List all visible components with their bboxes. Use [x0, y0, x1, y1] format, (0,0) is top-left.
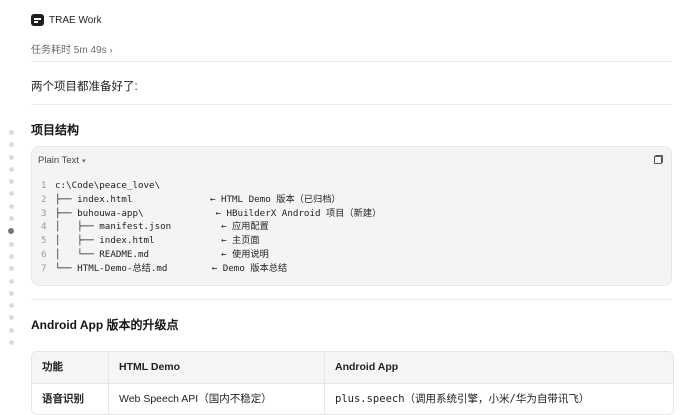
nav-dot[interactable] — [8, 340, 14, 346]
column-header: 功能 — [32, 352, 109, 383]
code-block: Plain Text ▾ 1 c:\Code\peace_love\ 2 ├── in… — [31, 146, 672, 286]
agent-header: TRAE Work — [31, 13, 102, 27]
dot-navigation — [7, 130, 15, 352]
nav-dot[interactable] — [8, 154, 14, 160]
line-text: c:\Code\peace_love\ — [55, 180, 161, 191]
table-cell: plus.speech（调用系统引擎，小米/华为自带讯飞） — [335, 393, 590, 405]
line-text: │ ├── index.html ← 主页面 — [55, 235, 260, 247]
line-number: 3 — [41, 207, 47, 219]
intro-text: 两个项目都准备好了: — [31, 81, 138, 93]
line-text: └── HTML-Demo-总结.md ← Demo 版本总结 — [55, 262, 288, 274]
line-number: 4 — [41, 221, 47, 233]
line-text: │ ├── manifest.json ← 应用配置 — [55, 221, 269, 233]
table-header-row: 功能 HTML Demo Android App — [32, 352, 673, 383]
table-cell: 语音识别 — [32, 384, 109, 414]
nav-dot[interactable] — [8, 241, 14, 247]
nav-dot[interactable] — [8, 203, 14, 209]
line-number: 6 — [41, 248, 47, 260]
chevron-down-icon: ▾ — [82, 158, 86, 165]
nav-dot[interactable] — [8, 253, 14, 259]
line-number: 1 — [41, 180, 47, 191]
divider — [31, 61, 672, 62]
column-header: HTML Demo — [109, 352, 325, 383]
code-line: 1 c:\Code\peace_love\ — [41, 179, 381, 193]
nav-dot[interactable] — [8, 179, 14, 185]
task-elapsed-text: 任务耗时 5m 49s — [31, 45, 107, 56]
code-line: 4 │ ├── manifest.json ← 应用配置 — [41, 220, 381, 234]
code-language-select[interactable]: Plain Text ▾ — [38, 155, 86, 166]
trae-logo-icon — [31, 14, 44, 26]
nav-dot[interactable] — [8, 315, 14, 321]
table-row: 语音识别 Web Speech API（国内不稳定） plus.speech（调… — [32, 383, 673, 414]
code-line: 5 │ ├── index.html ← 主页面 — [41, 234, 381, 248]
task-elapsed-toggle[interactable]: 任务耗时 5m 49s › — [31, 41, 113, 56]
line-text: │ └── README.md ← 使用说明 — [55, 248, 269, 260]
line-number: 7 — [41, 262, 47, 274]
nav-dot[interactable] — [8, 303, 14, 309]
nav-dot[interactable] — [8, 278, 14, 284]
nav-dot[interactable] — [8, 216, 14, 222]
code-language-label: Plain Text — [38, 155, 80, 166]
nav-dot[interactable] — [8, 142, 14, 148]
copy-icon[interactable] — [654, 155, 663, 164]
nav-dot[interactable] — [8, 327, 14, 333]
code-line: 6 │ └── README.md ← 使用说明 — [41, 248, 381, 262]
section-heading: 项目结构 — [31, 123, 80, 137]
line-number: 2 — [41, 193, 47, 205]
line-text: ├── index.html ← HTML Demo 版本（已归档） — [55, 193, 341, 205]
code-line: 7 └── HTML-Demo-总结.md ← Demo 版本总结 — [41, 262, 381, 276]
column-header: Android App — [335, 361, 399, 373]
nav-dot[interactable] — [8, 266, 14, 272]
divider — [31, 299, 672, 300]
code-content: 1 c:\Code\peace_love\ 2 ├── index.html ← H… — [41, 179, 381, 276]
section-heading: Android App 版本的升级点 — [31, 318, 179, 332]
code-line: 2 ├── index.html ← HTML Demo 版本（已归档） — [41, 193, 381, 207]
table-cell: Web Speech API（国内不稳定） — [109, 384, 325, 414]
divider — [31, 104, 672, 105]
code-line: 3 ├── buhouwa-app\ ← HBuilderX Android 项目… — [41, 207, 381, 221]
nav-dot[interactable] — [8, 130, 14, 135]
agent-name: TRAE Work — [49, 14, 102, 26]
line-text: ├── buhouwa-app\ ← HBuilderX Android 项目（… — [55, 207, 382, 219]
nav-dot[interactable] — [8, 191, 14, 197]
nav-dot[interactable] — [8, 166, 14, 172]
nav-dot-active[interactable] — [8, 228, 14, 235]
comparison-table: 功能 HTML Demo Android App 语音识别 Web Speech… — [31, 351, 674, 415]
nav-dot[interactable] — [8, 290, 14, 296]
line-number: 5 — [41, 235, 47, 247]
chevron-right-icon: › — [109, 45, 113, 55]
